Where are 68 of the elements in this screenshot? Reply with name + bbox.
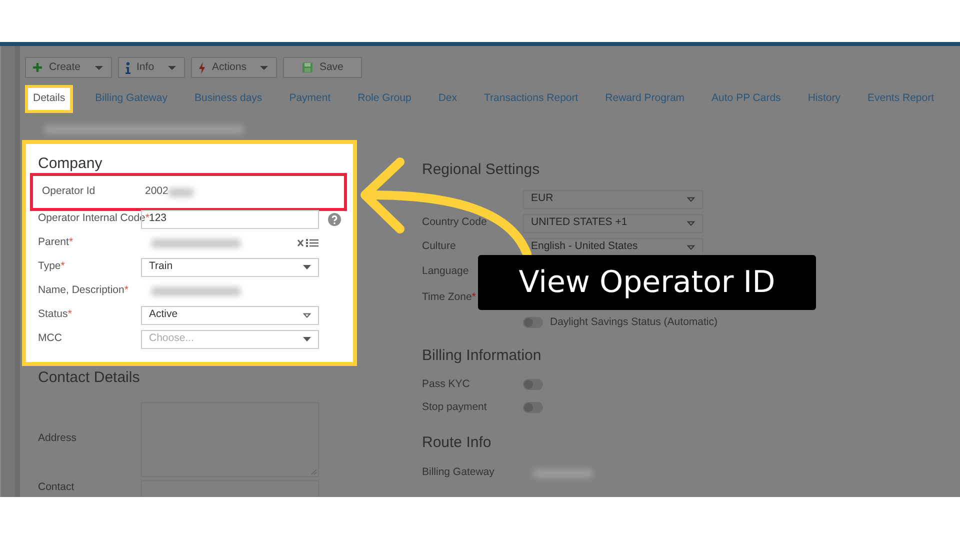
section-heading: Company (38, 154, 104, 174)
create-button[interactable]: Create (25, 57, 112, 78)
field-label: Billing Gateway (422, 466, 494, 478)
select-field[interactable]: Choose... (141, 330, 319, 348)
info-button[interactable]: Info (118, 57, 186, 78)
field-label: MCC (38, 332, 62, 344)
dropdown-arrow-icon (303, 264, 311, 270)
tab[interactable]: Events Report (862, 88, 940, 110)
input-field[interactable] (141, 480, 319, 497)
field-label: Parent (38, 236, 69, 248)
required-mark: * (68, 236, 74, 248)
toggle-switch[interactable] (523, 402, 543, 413)
tab[interactable]: Role Group (352, 88, 416, 110)
dropdown-arrow-icon (303, 336, 311, 342)
tab[interactable]: Dex (433, 88, 462, 110)
tab[interactable]: Payment (284, 88, 336, 110)
dropdown-arrow-icon (687, 220, 695, 226)
select-field[interactable]: UNITED STATES +1 (523, 214, 703, 232)
lightning-icon (198, 62, 206, 74)
field-label: Operator Id (42, 185, 96, 198)
help-icon[interactable] (328, 212, 341, 226)
field-label: Name, Description (38, 284, 124, 296)
dropdown-arrow-icon (687, 196, 695, 202)
field-label: Address (38, 432, 77, 444)
section-heading: Billing Information (422, 346, 542, 366)
tab[interactable]: Business days (189, 88, 268, 110)
select-field[interactable]: English - United States (523, 238, 703, 256)
tab[interactable]: Transactions Report (479, 88, 584, 110)
callout-label: View Operator ID (478, 255, 816, 310)
field-label: Pass KYC (422, 378, 470, 390)
toggle-switch[interactable] (523, 379, 543, 390)
actions-button[interactable]: Actions (191, 57, 278, 78)
section-heading: Contact Details (38, 368, 141, 388)
toggle-switch[interactable] (523, 317, 543, 328)
section-heading: Regional Settings (422, 160, 541, 180)
field-label: Status (38, 308, 68, 320)
field-label: Type (38, 260, 61, 272)
save-button[interactable]: Save (283, 57, 362, 78)
required-mark: * (68, 308, 72, 320)
dropdown-arrow-icon (303, 312, 311, 318)
required-mark: * (472, 291, 476, 304)
tab[interactable]: Auto PP Cards (706, 88, 786, 110)
select-field[interactable]: EUR (523, 190, 703, 208)
required-mark: * (60, 260, 65, 272)
plus-icon (32, 62, 43, 73)
dropdown-arrow-icon (687, 244, 695, 250)
field-label: Culture (422, 240, 456, 252)
tab[interactable]: Details (25, 85, 74, 113)
select-field[interactable]: Train (141, 258, 319, 276)
toggle-label: Daylight Savings Status (Automatic) (550, 314, 718, 330)
save-icon (302, 62, 314, 73)
required-mark: * (145, 212, 150, 224)
text-area[interactable] (141, 402, 319, 476)
field-label: Stop payment (422, 400, 487, 413)
select-field[interactable]: Active (141, 306, 319, 324)
tab[interactable]: History (802, 88, 846, 110)
tab[interactable]: Billing Gateway (90, 88, 172, 110)
field-label: Time Zone (422, 291, 472, 304)
section-heading: Route Info (422, 433, 492, 453)
required-mark: * (124, 284, 128, 296)
field-label: Language (422, 265, 469, 278)
field-label: Contact (38, 481, 74, 493)
info-icon (124, 62, 131, 74)
clear-list-icon[interactable] (297, 238, 319, 248)
resize-grip-icon (311, 468, 317, 474)
field-value: 2002 (145, 184, 168, 200)
tab[interactable]: Reward Program (600, 88, 690, 110)
field-label: Country Code (422, 216, 487, 228)
